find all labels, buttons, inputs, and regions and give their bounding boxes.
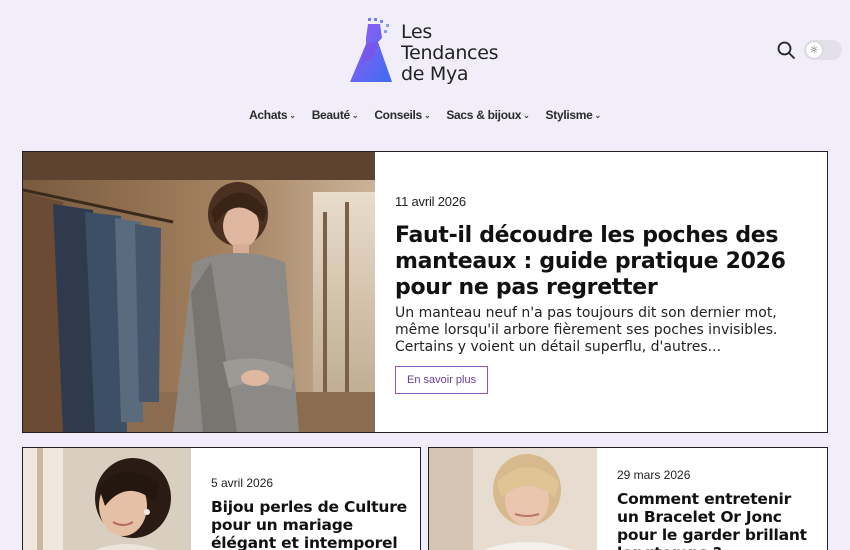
logo-text-line3: de Mya (401, 63, 469, 85)
theme-toggle[interactable]: ☼ (804, 40, 842, 60)
logo-text-line2: Tendances (401, 42, 499, 64)
dress-icon (350, 18, 392, 82)
chevron-down-icon: ⌄ (523, 110, 530, 120)
article-card-image[interactable] (23, 448, 191, 550)
article-card-title[interactable]: Comment entretenir un Bracelet Or Jonc p… (617, 490, 817, 550)
article-card-date: 29 mars 2026 (617, 468, 691, 482)
featured-article-title[interactable]: Faut-il découdre les poches des manteaux… (395, 223, 815, 301)
nav-item-label: Achats (249, 108, 288, 122)
nav-item-label: Stylisme (545, 108, 593, 122)
featured-article-excerpt: Un manteau neuf n'a pas toujours dit son… (395, 305, 778, 355)
chevron-down-icon: ⌄ (289, 110, 296, 120)
nav-item-achats[interactable]: Achats ⌄ (249, 108, 296, 122)
nav-item-beaute[interactable]: Beauté ⌄ (312, 108, 359, 122)
chevron-down-icon: ⌄ (594, 110, 602, 120)
site-logo[interactable]: Les Tendances de Mya (346, 16, 506, 88)
chevron-down-icon: ⌄ (423, 110, 431, 120)
article-card-date: 5 avril 2026 (211, 476, 274, 490)
featured-article-date: 11 avril 2026 (395, 194, 466, 209)
read-more-button[interactable]: En savoir plus (395, 366, 489, 394)
nav-item-conseils[interactable]: Conseils ⌄ (374, 108, 430, 122)
nav-item-sacs-bijoux[interactable]: Sacs & bijoux ⌄ (446, 108, 530, 122)
sun-icon: ☼ (806, 42, 822, 58)
featured-article: 11 avril 2026 Faut-il découdre les poche… (22, 151, 828, 433)
article-card: 5 avril 2026 Bijou perles de Culture pou… (22, 447, 421, 550)
search-icon[interactable] (776, 40, 796, 60)
nav-item-stylisme[interactable]: Stylisme ⌄ (545, 108, 602, 122)
nav-item-label: Sacs & bijoux (446, 108, 522, 122)
nav-item-label: Conseils (374, 108, 422, 122)
article-card-image[interactable] (429, 448, 597, 550)
header-tools: ☼ (776, 40, 842, 60)
featured-article-image[interactable] (23, 152, 375, 432)
main-nav: Achats ⌄ Beauté ⌄ Conseils ⌄ Sacs & bijoux ⌄… (0, 108, 850, 122)
logo-text-line1: Les (401, 21, 432, 43)
nav-item-label: Beauté (311, 108, 351, 122)
article-card-title[interactable]: Bijou perles de Culture pour un mariage … (211, 498, 410, 550)
article-card: 29 mars 2026 Comment entretenir un Brace… (428, 447, 828, 550)
chevron-down-icon: ⌄ (351, 110, 359, 120)
